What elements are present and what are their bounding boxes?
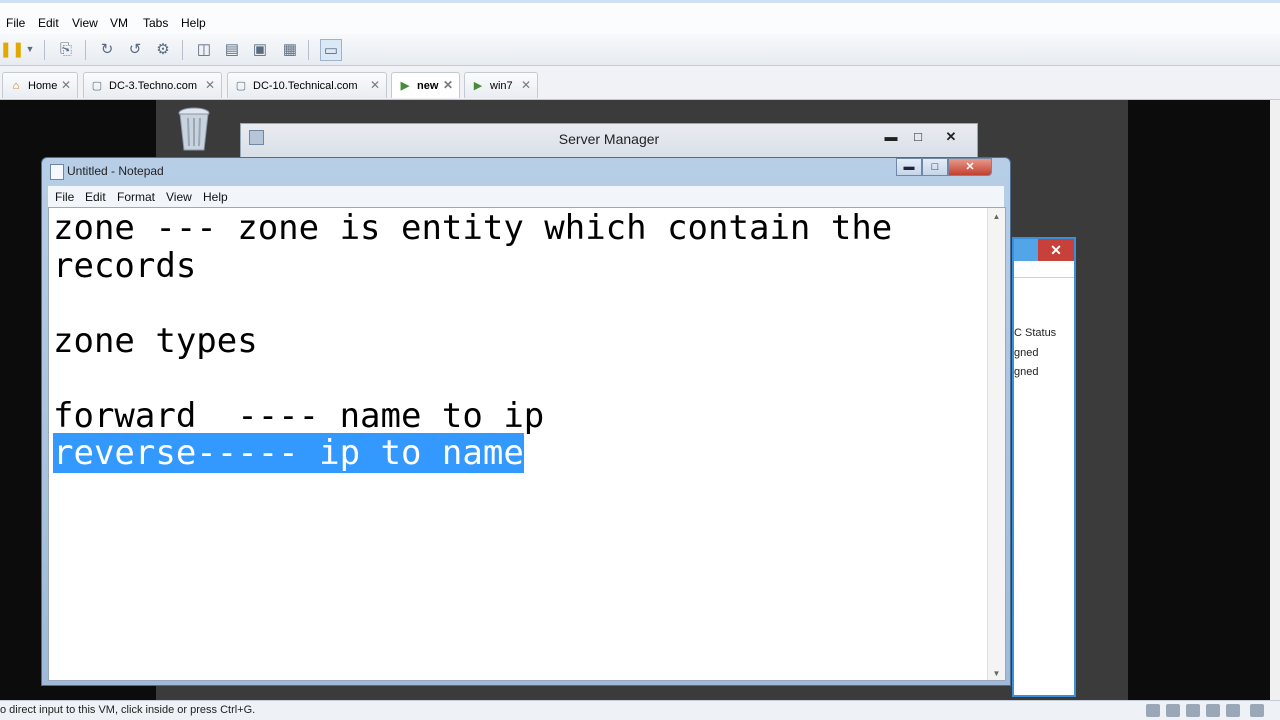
notepad-title: Untitled - Notepad [67, 164, 164, 178]
tab-label: DC-3.Techno.com [109, 79, 198, 92]
menu-vm[interactable]: VM [110, 16, 128, 30]
minimize-button[interactable]: ▬ [878, 127, 904, 147]
server-manager-title: Server Manager [558, 131, 660, 147]
notepad-menu-format[interactable]: Format [117, 190, 155, 204]
notepad-text-area[interactable]: zone --- zone is entity which contain th… [48, 207, 1006, 681]
notepad-menu-file[interactable]: File [55, 190, 74, 204]
send-ctrl-alt-del-icon[interactable]: ⎘ [56, 39, 76, 59]
text-line: forward ---- name to ip [53, 395, 545, 436]
pause-icon[interactable]: ❚❚ [0, 39, 25, 59]
status-cell: gned [1014, 366, 1039, 378]
notepad-vertical-scrollbar[interactable]: ▲ ▼ [987, 208, 1005, 680]
sound-icon[interactable] [1226, 704, 1240, 717]
text-line [53, 285, 892, 323]
notepad-window[interactable]: Untitled - Notepad ▬ □ ✕ File Edit Forma… [41, 157, 1011, 686]
close-icon[interactable]: ✕ [370, 78, 380, 92]
menu-edit[interactable]: Edit [38, 16, 59, 30]
cd-drive-icon[interactable] [1166, 704, 1180, 717]
text-line [53, 360, 892, 398]
divider [1014, 277, 1074, 278]
unity-icon[interactable]: ▦ [280, 39, 300, 59]
minimize-button[interactable]: ▬ [896, 158, 922, 176]
status-cell: gned [1014, 347, 1039, 359]
snapshot-manager-icon[interactable]: ⚙ [153, 39, 173, 59]
notepad-menu-edit[interactable]: Edit [85, 190, 106, 204]
notepad-menu-help[interactable]: Help [203, 190, 228, 204]
window-controls: ▬ □ ✕ [896, 158, 992, 176]
toolbar-separator [182, 40, 183, 60]
menu-file[interactable]: File [6, 16, 25, 30]
menu-tabs[interactable]: Tabs [143, 16, 168, 30]
snapshot-icon[interactable]: ↻ [97, 39, 117, 59]
toolbar-separator [44, 40, 45, 60]
dropdown-icon[interactable]: ▼ [20, 39, 40, 59]
maximize-button[interactable]: □ [922, 158, 948, 176]
vm-icon: ▢ [235, 80, 247, 92]
vm-running-icon: ▶ [473, 80, 483, 92]
notepad-titlebar[interactable]: Untitled - Notepad ▬ □ ✕ [42, 158, 1010, 184]
thumbnail-icon[interactable]: ▭ [320, 39, 342, 61]
sidebar-icon[interactable]: ◫ [194, 39, 214, 59]
close-button[interactable]: ✕ [938, 127, 964, 147]
host-toolbar: ❚❚ ▼ ⎘ ↻ ↺ ⚙ ◫ ▤ ▣ ▦ ▭ [0, 34, 1280, 66]
close-icon[interactable]: ✕ [521, 78, 531, 92]
notepad-menu-bar: File Edit Format View Help [48, 186, 1004, 207]
host-tab-bar: ⌂ Home ✕ ▢ DC-3.Techno.com ✕ ▢ DC-10.Tec… [0, 66, 1280, 100]
hard-disk-icon[interactable] [1146, 704, 1160, 717]
vm-running-icon: ▶ [400, 80, 410, 92]
close-icon[interactable]: ✕ [443, 78, 453, 92]
text-line: zone --- zone is entity which contain th… [53, 208, 893, 248]
tab-dc3[interactable]: ▢ DC-3.Techno.com ✕ [83, 72, 222, 98]
maximize-button[interactable]: □ [905, 127, 931, 147]
tab-label: DC-10.Technical.com [253, 79, 358, 92]
tab-new[interactable]: ▶ new ✕ [391, 72, 460, 98]
revert-snapshot-icon[interactable]: ↺ [125, 39, 145, 59]
close-icon[interactable]: ✕ [61, 78, 71, 92]
home-icon: ⌂ [12, 79, 20, 92]
host-status-bar: o direct input to this VM, click inside … [0, 700, 1280, 720]
server-manager-dialog[interactable]: ✕ C Status gned gned [1012, 237, 1076, 697]
close-icon[interactable]: ✕ [205, 78, 215, 92]
selected-text: reverse----- ip to name [53, 433, 524, 473]
toolbar-separator [85, 40, 86, 60]
menu-view[interactable]: View [72, 16, 98, 30]
close-button[interactable]: ✕ [1038, 239, 1074, 261]
host-menu-bar: File Edit View VM Tabs Help [0, 0, 1280, 34]
message-icon[interactable] [1250, 704, 1264, 717]
tab-win7[interactable]: ▶ win7 ✕ [464, 72, 538, 98]
tab-label: win7 [490, 79, 513, 92]
host-scrollbar[interactable] [1270, 100, 1280, 700]
tab-dc10[interactable]: ▢ DC-10.Technical.com ✕ [227, 72, 387, 98]
network-icon[interactable] [1186, 704, 1200, 717]
menu-help[interactable]: Help [181, 16, 206, 30]
toolbar-separator [308, 40, 309, 60]
notepad-icon [50, 164, 64, 180]
tab-label: new [417, 79, 439, 92]
notepad-menu-view[interactable]: View [166, 190, 192, 204]
console-view-icon[interactable]: ▤ [222, 39, 242, 59]
status-message: o direct input to this VM, click inside … [0, 704, 256, 716]
dialog-titlebar: ✕ [1014, 239, 1074, 261]
text-line: records [53, 245, 197, 286]
text-line: zone types [53, 320, 258, 361]
dc-status-header: C Status [1014, 327, 1057, 339]
scroll-down-icon[interactable]: ▼ [988, 669, 1005, 678]
tab-label: Home [28, 79, 58, 92]
close-button[interactable]: ✕ [948, 158, 992, 176]
full-screen-icon[interactable]: ▣ [250, 39, 270, 59]
recycle-bin-icon[interactable] [177, 106, 211, 152]
usb-icon[interactable] [1206, 704, 1220, 717]
tab-home[interactable]: ⌂ Home ✕ [2, 72, 78, 98]
scroll-up-icon[interactable]: ▲ [988, 212, 1005, 221]
vm-icon: ▢ [91, 80, 103, 92]
notepad-text: zone --- zone is entity which contain th… [53, 208, 893, 473]
